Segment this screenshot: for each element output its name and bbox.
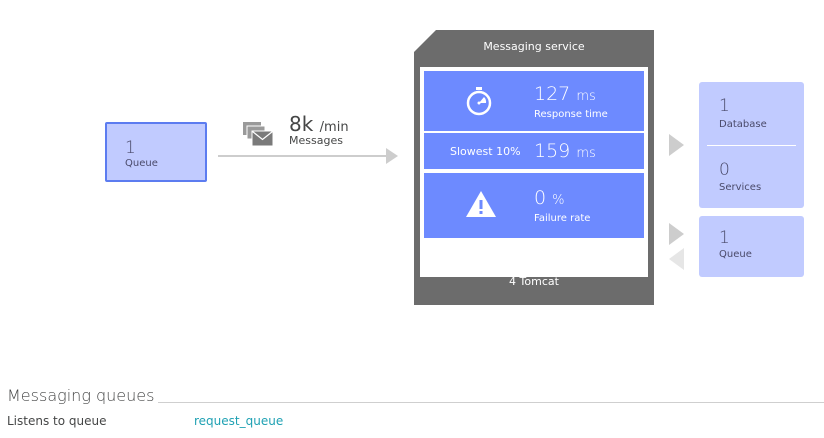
source-queue-label: Queue	[125, 158, 158, 169]
response-time-unit: ms	[576, 89, 596, 104]
messages-rate-value: 8k	[289, 112, 314, 136]
stopwatch-icon	[466, 87, 492, 116]
listens-to-queue-label: Listens to queue	[7, 414, 107, 428]
request-queue-link[interactable]: request_queue	[194, 414, 283, 428]
response-time-label: Response time	[534, 109, 608, 120]
messages-icon	[243, 122, 274, 147]
incoming-arrow-icon	[669, 248, 684, 270]
slowest-value-group: 159 ms	[534, 140, 596, 162]
flow-arrow-line	[218, 155, 388, 157]
service-title: Messaging service	[483, 40, 585, 53]
messaging-service-card[interactable]: Messaging service 127 ms Response time S…	[414, 30, 654, 305]
right-queue-box[interactable]: 1 Queue	[699, 216, 804, 277]
right-queue-count: 1	[719, 228, 730, 248]
failure-rate-label: Failure rate	[534, 213, 591, 224]
response-time-value: 127	[534, 83, 571, 105]
flow-arrow-head	[386, 148, 398, 164]
messages-label: Messages	[289, 134, 343, 147]
slowest-label: Slowest 10%	[450, 145, 521, 158]
source-queue-box[interactable]: 1 Queue	[105, 122, 207, 182]
source-queue-count: 1	[125, 138, 136, 158]
callees-divider	[707, 145, 796, 146]
callees-box[interactable]: 1 Database 0 Services	[699, 82, 804, 208]
failure-rate-value-group: 0 %	[534, 187, 565, 209]
database-label: Database	[719, 119, 767, 130]
right-queue-label: Queue	[719, 249, 752, 260]
failure-rate-unit: %	[552, 193, 565, 208]
messaging-queues-title: Messaging queues	[7, 386, 155, 405]
database-count: 1	[719, 96, 730, 116]
services-count: 0	[719, 160, 730, 180]
messages-rate-unit: /min	[319, 120, 349, 135]
right-grip-icon	[642, 261, 646, 273]
left-grip-icon	[420, 261, 424, 273]
slowest-unit: ms	[576, 146, 596, 161]
slowest-tile[interactable]: Slowest 10% 159 ms	[424, 133, 644, 169]
outgoing-arrow-icon	[669, 134, 684, 156]
failure-rate-tile[interactable]: 0 % Failure rate	[424, 173, 644, 238]
response-time-value-group: 127 ms	[534, 83, 596, 105]
service-footer: 4 Tomcat	[414, 261, 654, 305]
messages-rate: 8k /min	[289, 112, 349, 136]
response-time-tile[interactable]: 127 ms Response time	[424, 71, 644, 131]
slowest-value: 159	[534, 140, 571, 162]
warning-icon	[466, 191, 496, 217]
section-divider	[158, 402, 824, 403]
outgoing-arrow-icon	[669, 223, 684, 245]
service-metrics: 127 ms Response time Slowest 10% 159 ms …	[420, 67, 648, 277]
services-label: Services	[719, 182, 762, 193]
failure-rate-value: 0	[534, 187, 547, 209]
process-group-label[interactable]: 4 Tomcat	[414, 276, 654, 287]
